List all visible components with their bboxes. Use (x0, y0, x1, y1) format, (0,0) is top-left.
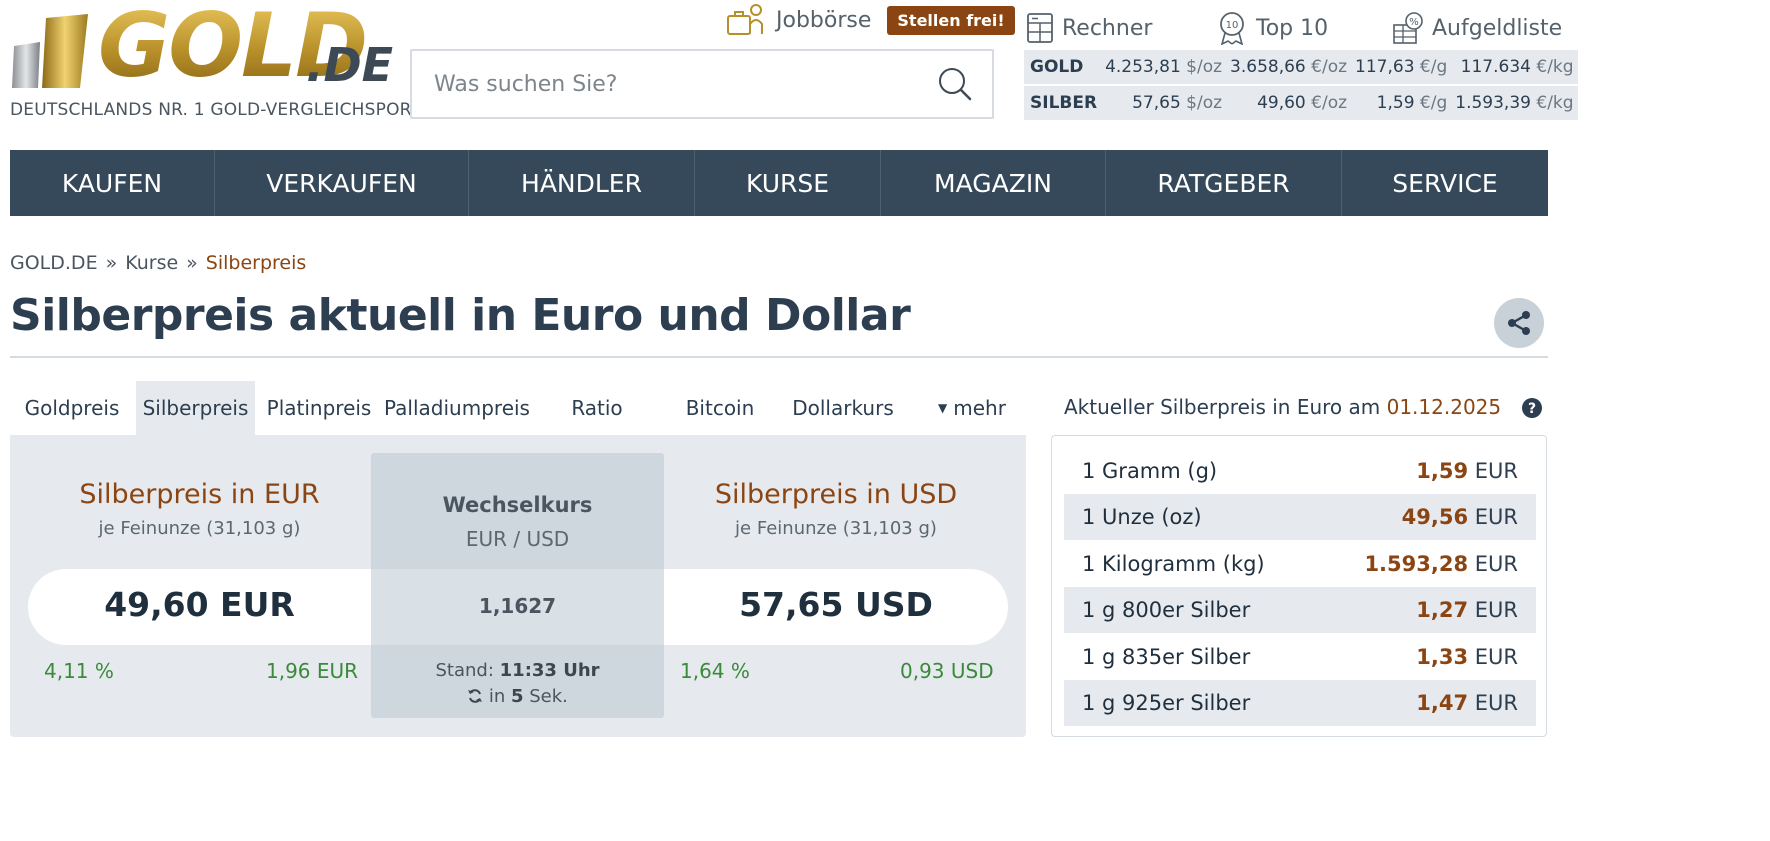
table-row: 1 Gramm (g) 1,59 EUR (1082, 459, 1518, 483)
ticker-eur-g: 1,59 €/g (1376, 93, 1448, 113)
award-10-icon: 10 (1220, 12, 1244, 45)
fx-title: Wechselkurs (442, 493, 593, 517)
aufgeldliste-link[interactable]: % Aufgeldliste (1392, 6, 1562, 50)
top10-label: Top 10 (1256, 15, 1329, 41)
svg-text:10: 10 (1226, 20, 1239, 31)
breadcrumb-separator: » (105, 252, 118, 274)
eur-change-absolute: 1,96 EUR (266, 659, 359, 683)
eur-price: 49,60 EUR (104, 585, 295, 624)
ticker-eur-kg: 117.634 €/kg (1460, 57, 1574, 77)
search-box (410, 49, 994, 119)
nav-item-ratgeber[interactable]: RATGEBER (1106, 150, 1342, 216)
usd-change-percent: 1,64 % (680, 659, 750, 683)
top-links: Rechner 10 Top 10 % Aufgeldliste (1026, 6, 1562, 50)
eur-subtitle: je Feinunze (31,103 g) (98, 518, 301, 539)
breadcrumb-separator: » (186, 252, 198, 274)
nav-item-haendler[interactable]: HÄNDLER (469, 150, 695, 216)
page-title: Silberpreis aktuell in Euro und Dollar (10, 290, 911, 341)
eur-change-percent: 4,11 % (44, 659, 114, 683)
nav-item-service[interactable]: SERVICE (1342, 150, 1548, 216)
usd-subtitle: je Feinunze (31,103 g) (735, 518, 937, 539)
silver-price-converter: Silberpreis in EUR je Feinunze (31,103 g… (10, 435, 1026, 737)
tab-mehr-label: mehr (953, 396, 1006, 420)
tab-ratio[interactable]: Ratio (540, 381, 654, 435)
fx-pair: EUR / USD (465, 527, 570, 551)
refresh-icon (468, 689, 483, 703)
nav-item-magazin[interactable]: MAGAZIN (881, 150, 1106, 216)
search-icon[interactable] (936, 65, 974, 103)
ticker-eur-kg: 1.593,39 €/kg (1455, 93, 1574, 113)
usd-price: 57,65 USD (739, 585, 933, 624)
aufgeldliste-label: Aufgeldliste (1432, 15, 1563, 41)
share-button[interactable] (1494, 298, 1544, 348)
ticker-eur-oz: 49,60 €/oz (1257, 93, 1348, 113)
table-row: 1 g 800er Silber 1,27 EUR (1064, 587, 1536, 633)
eur-title: Silberpreis in EUR (79, 479, 320, 510)
stellen-frei-badge[interactable]: Stellen frei! (887, 5, 1015, 35)
table-row: 1 Kilogramm (kg) 1.593,28 EUR (1082, 552, 1518, 576)
help-icon[interactable]: ? (1521, 397, 1543, 419)
gold-bar-icon (12, 14, 88, 88)
ticker-eur-oz: 3.658,66 €/oz (1230, 57, 1348, 77)
logo-tld: .DE (306, 38, 394, 92)
ticker-usd-oz: 4.253,81 $/oz (1105, 57, 1223, 77)
svg-text:?: ? (1528, 401, 1536, 417)
breadcrumb-home[interactable]: GOLD.DE (10, 252, 98, 274)
calculator-icon (1027, 13, 1053, 43)
usd-change-absolute: 0,93 USD (900, 659, 994, 683)
tab-dollarkurs[interactable]: Dollarkurs (786, 381, 900, 435)
share-icon (1508, 311, 1530, 335)
nav-item-verkaufen[interactable]: VERKAUFEN (215, 150, 469, 216)
top10-link[interactable]: 10 Top 10 (1216, 6, 1328, 50)
price-table-header: Aktueller Silberpreis in Euro am 01.12.2… (1064, 395, 1502, 419)
ticker-usd-oz: 57,65 $/oz (1132, 93, 1223, 113)
ticker-row-silber[interactable]: SILBER 57,65 $/oz 49,60 €/oz 1,59 €/g 1.… (1024, 85, 1578, 120)
tab-goldpreis[interactable]: Goldpreis (10, 381, 134, 435)
main-nav: KAUFEN VERKAUFEN HÄNDLER KURSE MAGAZIN R… (10, 150, 1548, 216)
breadcrumb-current[interactable]: Silberpreis (206, 252, 307, 274)
usd-title: Silberpreis in USD (714, 479, 958, 510)
site-logo[interactable]: GOLD .DE DEUTSCHLANDS NR. 1 GOLD-VERGLEI… (10, 2, 441, 124)
table-row: 1 g 925er Silber 1,47 EUR (1064, 680, 1536, 726)
nav-item-kaufen[interactable]: KAUFEN (10, 150, 215, 216)
rechner-label: Rechner (1062, 15, 1153, 41)
ticker-row-gold[interactable]: GOLD 4.253,81 $/oz 3.658,66 €/oz 117,63 … (1024, 50, 1578, 85)
title-divider (10, 356, 1548, 358)
rechner-link[interactable]: Rechner (1026, 6, 1152, 50)
price-ticker: GOLD 4.253,81 $/oz 3.658,66 €/oz 117,63 … (1024, 50, 1578, 120)
nav-item-kurse[interactable]: KURSE (695, 150, 881, 216)
breadcrumb: GOLD.DE » Kurse » Silberpreis (10, 252, 306, 274)
tab-silberpreis[interactable]: Silberpreis (136, 381, 255, 435)
caret-down-icon: ▼ (938, 401, 948, 415)
tab-platinpreis[interactable]: Platinpreis (260, 381, 378, 435)
eur-header: Silberpreis in EUR je Feinunze (31,103 g… (28, 479, 371, 539)
percent-table-icon: % (1393, 12, 1423, 44)
fx-rate: 1,1627 (478, 594, 557, 618)
ticker-eur-g: 117,63 €/g (1355, 57, 1448, 77)
tab-palladiumpreis[interactable]: Palladiumpreis (382, 381, 532, 435)
price-table-date: 01.12.2025 (1386, 395, 1502, 419)
ticker-metal: SILBER (1030, 93, 1098, 113)
fx-refresh-countdown: in 5 Sek. (371, 686, 664, 707)
usd-header: Silberpreis in USD je Feinunze (31,103 g… (664, 479, 1008, 539)
jobboerse-link[interactable]: Jobbörse Stellen frei! (726, 0, 1015, 40)
exchange-rate-box: Wechselkurs EUR / USD 1,1627 Stand: 11:3… (371, 453, 664, 718)
svg-text:%: % (1409, 17, 1419, 28)
search-input[interactable] (434, 51, 914, 117)
jobboerse-label: Jobbörse (776, 7, 872, 33)
fx-timestamp: Stand: 11:33 Uhr (435, 660, 600, 681)
ticker-metal: GOLD (1030, 57, 1084, 77)
tab-mehr[interactable]: ▼ mehr (920, 381, 1024, 435)
briefcase-person-icon (727, 4, 763, 35)
silver-price-table: 1 Gramm (g) 1,59 EUR 1 Unze (oz) 49,56 E… (1051, 435, 1547, 737)
table-row: 1 Unze (oz) 49,56 EUR (1064, 494, 1536, 540)
table-row: 1 g 835er Silber 1,33 EUR (1082, 645, 1518, 669)
breadcrumb-kurse[interactable]: Kurse (125, 252, 178, 274)
tab-bitcoin[interactable]: Bitcoin (660, 381, 780, 435)
logo-tagline: DEUTSCHLANDS NR. 1 GOLD-VERGLEICHSPORTAL (10, 100, 442, 120)
